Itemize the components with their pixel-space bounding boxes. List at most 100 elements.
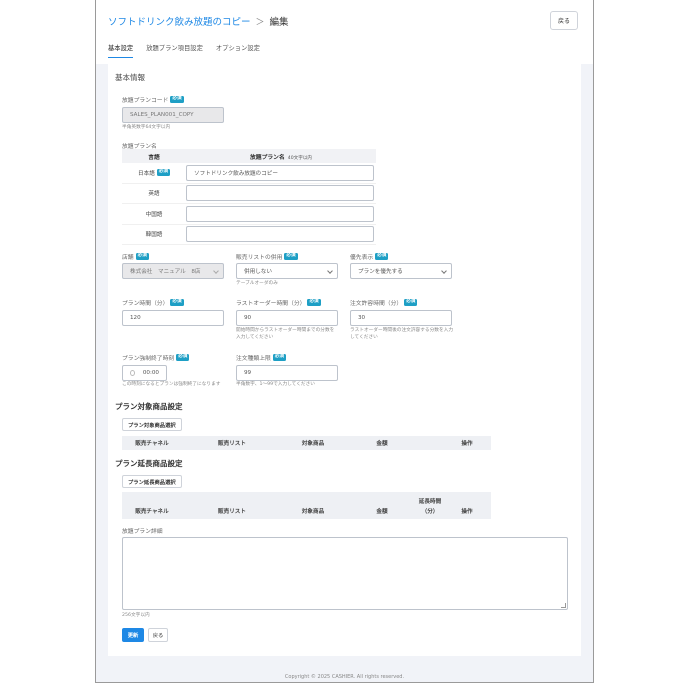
plan-name-row-english: 英語 xyxy=(122,184,376,204)
plan-time-label-text: プラン時間（分） xyxy=(122,301,169,307)
plan-time-label: プラン時間（分） 必須 xyxy=(122,298,184,307)
force-end-value: 00:00 xyxy=(142,370,159,376)
last-order-label-text: ラストオーダー時間（分） xyxy=(236,301,306,307)
extension-products-title: プラン延長商品設定 xyxy=(115,459,183,468)
app-frame: ソフトドリンク飲み放題のコピー ＞ 編集 戻る 基本設定 放題プラン項目設定 オ… xyxy=(95,0,594,683)
plan-time-value: 120 xyxy=(130,315,141,321)
col-extension-time-unit: （分） xyxy=(421,509,439,515)
force-end-hint: この時刻になるとプランは強制終了になります xyxy=(122,382,221,387)
tab-basic-settings[interactable]: 基本設定 xyxy=(108,43,134,58)
order-limit-hint: 半角数字、1〜99で入力してください xyxy=(236,382,315,387)
plan-name-input-japanese[interactable]: ソフトドリンク飲み放題のコピー xyxy=(186,164,374,181)
order-limit-input[interactable]: 99 xyxy=(236,365,338,381)
clock-icon xyxy=(130,370,135,376)
required-badge: 必須 xyxy=(176,354,190,361)
required-badge: 必須 xyxy=(272,354,286,361)
col-plan-name: 放題プラン名 40文字以内 xyxy=(186,152,376,161)
col-operation: 操作 xyxy=(461,441,473,447)
target-products-title: プラン対象商品設定 xyxy=(115,402,183,411)
order-allow-hint: ラストオーダー時間後の注文許容する分数を入力してください xyxy=(350,328,454,340)
col-plan-name-hint: 40文字以内 xyxy=(287,155,313,161)
back-button[interactable]: 戻る xyxy=(148,628,168,642)
col-target-product: 対象商品 xyxy=(301,509,325,515)
priority-select[interactable]: プランを優先する xyxy=(350,263,452,279)
plan-code-label-text: 放題プランコード xyxy=(122,98,169,104)
required-badge: 必須 xyxy=(404,299,418,306)
plan-name-row-japanese: 日本語 必須 ソフトドリンク飲み放題のコピー xyxy=(122,163,376,184)
plan-time-input[interactable]: 120 xyxy=(122,310,224,326)
order-allow-value: 30 xyxy=(358,315,366,321)
breadcrumb-parent-link[interactable]: ソフトドリンク飲み放題のコピー xyxy=(108,14,251,28)
required-badge: 必須 xyxy=(170,299,184,306)
priority-label: 優先表示 必須 xyxy=(350,252,389,261)
back-button-top[interactable]: 戻る xyxy=(550,11,578,30)
order-allow-label-text: 注文許容時間（分） xyxy=(350,301,403,307)
update-button[interactable]: 更新 xyxy=(122,628,144,642)
breadcrumb: ソフトドリンク飲み放題のコピー ＞ 編集 xyxy=(108,14,289,28)
details-textarea[interactable] xyxy=(122,537,568,610)
plan-name-row-chinese: 中国語 xyxy=(122,204,376,225)
force-end-label-text: プラン強制終了時刻 xyxy=(122,356,175,362)
lang-name-korean: 韓国語 xyxy=(145,232,163,239)
plan-name-table-header: 言語 放題プラン名 40文字以内 xyxy=(122,149,376,163)
store-select[interactable]: 株式会社 マニュアル 8店 xyxy=(122,263,224,279)
breadcrumb-separator-icon: ＞ xyxy=(255,17,265,28)
last-order-label: ラストオーダー時間（分） 必須 xyxy=(236,298,321,307)
tab-plan-item-settings[interactable]: 放題プラン項目設定 xyxy=(146,43,203,58)
col-language: 言語 xyxy=(148,154,160,161)
store-label-text: 店舗 xyxy=(122,255,134,261)
order-allow-label: 注文許容時間（分） 必須 xyxy=(350,298,418,307)
plan-code-value: SALES_PLAN001_COPY xyxy=(130,112,194,118)
target-products-table-header: 販売チャネル 販売リスト 対象商品 金額 操作 xyxy=(122,436,491,450)
col-extension-time: 延長時間 xyxy=(418,499,442,505)
select-extension-products-button[interactable]: プラン延長商品選択 xyxy=(122,475,182,488)
sales-list-value: 併用しない xyxy=(244,269,272,275)
last-order-input[interactable]: 90 xyxy=(236,310,338,326)
plan-name-row-korean: 韓国語 xyxy=(122,225,376,245)
force-end-label: プラン強制終了時刻 必須 xyxy=(122,353,190,362)
section-title-basic: 基本情報 xyxy=(115,73,145,82)
plan-name-table: 言語 放題プラン名 40文字以内 日本語 必須 ソフトドリンク飲み放題のコピー 英語… xyxy=(122,149,376,245)
plan-name-input-chinese[interactable] xyxy=(186,205,374,222)
plan-code-label: 放題プランコード 必須 xyxy=(122,95,184,104)
sales-list-hint: テーブルオーダのみ xyxy=(236,281,278,286)
tab-bar: 基本設定 放題プラン項目設定 オプション設定 xyxy=(108,43,260,58)
plan-name-input-english[interactable] xyxy=(186,185,374,202)
plan-code-input[interactable]: SALES_PLAN001_COPY xyxy=(122,107,224,123)
store-value: 株式会社 マニュアル 8店 xyxy=(130,269,201,275)
col-operation: 操作 xyxy=(461,509,473,515)
required-badge: 必須 xyxy=(375,253,389,260)
priority-value: プランを優先する xyxy=(358,269,403,275)
last-order-hint: 開始時間からラストオーダー時間までの分数を入力してください xyxy=(236,328,335,340)
last-order-value: 90 xyxy=(244,315,252,321)
col-amount: 金額 xyxy=(376,509,388,515)
col-plan-name-text: 放題プラン名 xyxy=(249,154,285,161)
plan-code-hint: 半角英数字64文字以内 xyxy=(122,125,171,130)
breadcrumb-current: 編集 xyxy=(269,17,289,28)
required-badge: 必須 xyxy=(170,96,184,103)
details-hint: 256文字以内 xyxy=(122,613,150,618)
force-end-time-input[interactable]: 00:00 xyxy=(122,365,167,381)
required-badge: 必須 xyxy=(307,299,321,306)
lang-name-text: 日本語 xyxy=(138,170,155,177)
col-amount: 金額 xyxy=(376,441,388,447)
sales-list-label: 販売リストの併用 必須 xyxy=(236,252,298,261)
footer-copyright: Copyright © 2025 CASHIER. All rights res… xyxy=(284,674,405,680)
plan-name-input-korean[interactable] xyxy=(186,226,374,243)
order-limit-value: 99 xyxy=(244,370,252,376)
col-sales-list: 販売リスト xyxy=(218,441,246,447)
lang-name-japanese: 日本語 必須 xyxy=(122,169,186,177)
page-header: ソフトドリンク飲み放題のコピー ＞ 編集 戻る 基本設定 放題プラン項目設定 オ… xyxy=(96,0,593,64)
order-limit-label: 注文種類上限 必須 xyxy=(236,353,286,362)
sales-list-select[interactable]: 併用しない xyxy=(236,263,338,279)
col-sales-channel: 販売チャネル xyxy=(135,509,169,515)
details-label: 放題プラン詳細 xyxy=(122,529,163,535)
lang-name-english: 英語 xyxy=(148,191,160,198)
form-card: 基本情報 放題プランコード 必須 SALES_PLAN001_COPY 半角英数… xyxy=(108,64,581,656)
order-allow-input[interactable]: 30 xyxy=(350,310,452,326)
col-sales-list: 販売リスト xyxy=(218,509,246,515)
select-target-products-button[interactable]: プラン対象商品選択 xyxy=(122,418,182,431)
order-limit-label-text: 注文種類上限 xyxy=(236,356,271,362)
extension-products-table-header: 販売チャネル 販売リスト 対象商品 金額 延長時間 （分） 操作 xyxy=(122,492,491,519)
tab-option-settings[interactable]: オプション設定 xyxy=(216,43,260,58)
